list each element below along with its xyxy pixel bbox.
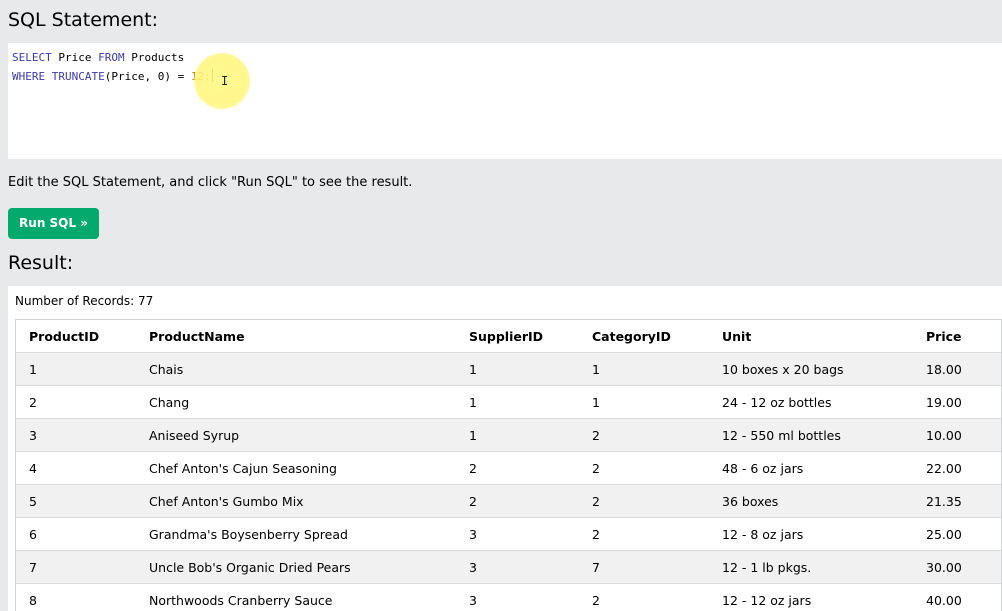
column-header: SupplierID — [456, 320, 579, 353]
table-cell: 19.00 — [913, 385, 1001, 419]
table-cell: 1 — [456, 418, 579, 452]
table-row: 8 Northwoods Cranberry Sauce 3 2 12 - 12 oz … — [16, 583, 1001, 611]
table-cell: 2 — [456, 484, 579, 518]
table-cell: 8 — [16, 583, 136, 611]
sql-number: 12; — [190, 70, 211, 83]
ibeam-cursor-icon: I — [221, 74, 229, 88]
sql-keyword: WHERE — [12, 70, 46, 83]
table-cell: 10 boxes x 20 bags — [709, 352, 913, 386]
table-cell: Chang — [136, 385, 456, 419]
table-cell: 7 — [16, 550, 136, 584]
table-cell: 30.00 — [913, 550, 1001, 584]
table-row: 7 Uncle Bob's Organic Dried Pears 3 7 12 - 1… — [16, 550, 1001, 584]
instruction-text: Edit the SQL Statement, and click "Run S… — [8, 175, 413, 190]
table-cell: 25.00 — [913, 517, 1001, 551]
table-row: 3 Aniseed Syrup 1 2 12 - 550 ml bottles 10.00 — [16, 418, 1001, 452]
table-cell: 10.00 — [913, 418, 1001, 452]
table-cell: 5 — [16, 484, 136, 518]
table-cell: 40.00 — [913, 583, 1001, 611]
table-body: 1 Chais 1 1 10 boxes x 20 bags 18.00 2 Chang 1 1 2… — [16, 352, 1001, 611]
table-cell: 1 — [16, 352, 136, 386]
table-cell: 48 - 6 oz jars — [709, 451, 913, 485]
result-table-wrapper: ProductID ProductName SupplierID CategoryID… — [15, 319, 1002, 611]
table-header-row: ProductID ProductName SupplierID CategoryID… — [16, 320, 1001, 353]
table-cell: 21.35 — [913, 484, 1001, 518]
sql-keyword: SELECT — [12, 51, 52, 64]
table-cell: 6 — [16, 517, 136, 551]
result-panel: Number of Records: 77 ProductID ProductNa… — [8, 286, 1002, 611]
table-cell: Grandma's Boysenberry Spread — [136, 517, 456, 551]
sql-line-1: SELECT Price FROM Products — [12, 48, 998, 67]
column-header: Unit — [709, 320, 913, 353]
table-row: 1 Chais 1 1 10 boxes x 20 bags 18.00 — [16, 352, 1001, 386]
table-cell: 3 — [16, 418, 136, 452]
table-row: 2 Chang 1 1 24 - 12 oz bottles 19.00 — [16, 385, 1001, 419]
table-cell: Chef Anton's Gumbo Mix — [136, 484, 456, 518]
result-table: ProductID ProductName SupplierID CategoryID… — [16, 320, 1001, 611]
table-cell: 1 — [579, 352, 709, 386]
table-cell: 2 — [456, 451, 579, 485]
table-cell: 22.00 — [913, 451, 1001, 485]
result-heading: Result: — [8, 252, 74, 274]
run-sql-button[interactable]: Run SQL » — [8, 208, 99, 239]
table-cell: 12 - 12 oz jars — [709, 583, 913, 611]
table-cell: 4 — [16, 451, 136, 485]
table-cell: Uncle Bob's Organic Dried Pears — [136, 550, 456, 584]
table-cell: 3 — [456, 550, 579, 584]
table-cell: 36 boxes — [709, 484, 913, 518]
table-cell: Chef Anton's Cajun Seasoning — [136, 451, 456, 485]
table-cell: 2 — [579, 517, 709, 551]
table-cell: 1 — [579, 385, 709, 419]
table-cell: Northwoods Cranberry Sauce — [136, 583, 456, 611]
sql-keyword: FROM — [98, 51, 125, 64]
table-cell: 3 — [456, 583, 579, 611]
sql-keyword: TRUNCATE — [51, 70, 105, 83]
text-caret — [211, 69, 213, 82]
table-cell: Chais — [136, 352, 456, 386]
table-cell: 2 — [579, 451, 709, 485]
sql-text: Price — [51, 51, 99, 64]
column-header: ProductID — [16, 320, 136, 353]
column-header: ProductName — [136, 320, 456, 353]
table-cell: 2 — [579, 484, 709, 518]
table-cell: 12 - 8 oz jars — [709, 517, 913, 551]
column-header: CategoryID — [579, 320, 709, 353]
table-cell: 3 — [456, 517, 579, 551]
record-count: Number of Records: 77 — [15, 294, 154, 308]
table-cell: 2 — [579, 418, 709, 452]
table-row: 5 Chef Anton's Gumbo Mix 2 2 36 boxes 21.35 — [16, 484, 1001, 518]
table-cell: 7 — [579, 550, 709, 584]
sql-line-2: WHERE TRUNCATE(Price, 0) = 12; — [12, 67, 998, 86]
sql-editor[interactable]: SELECT Price FROM Products WHERE TRUNCAT… — [8, 43, 1002, 159]
table-cell: 2 — [579, 583, 709, 611]
table-cell: 2 — [16, 385, 136, 419]
sql-text: (Price, 0) = — [104, 70, 191, 83]
table-cell: 1 — [456, 352, 579, 386]
sql-text: Products — [124, 51, 185, 64]
table-cell: 12 - 1 lb pkgs. — [709, 550, 913, 584]
column-header: Price — [913, 320, 1001, 353]
table-row: 6 Grandma's Boysenberry Spread 3 2 12 - 8 oz… — [16, 517, 1001, 551]
table-cell: Aniseed Syrup — [136, 418, 456, 452]
table-row: 4 Chef Anton's Cajun Seasoning 2 2 48 - 6 oz… — [16, 451, 1001, 485]
table-cell: 18.00 — [913, 352, 1001, 386]
sql-statement-heading: SQL Statement: — [8, 9, 159, 31]
table-cell: 1 — [456, 385, 579, 419]
table-cell: 24 - 12 oz bottles — [709, 385, 913, 419]
table-cell: 12 - 550 ml bottles — [709, 418, 913, 452]
